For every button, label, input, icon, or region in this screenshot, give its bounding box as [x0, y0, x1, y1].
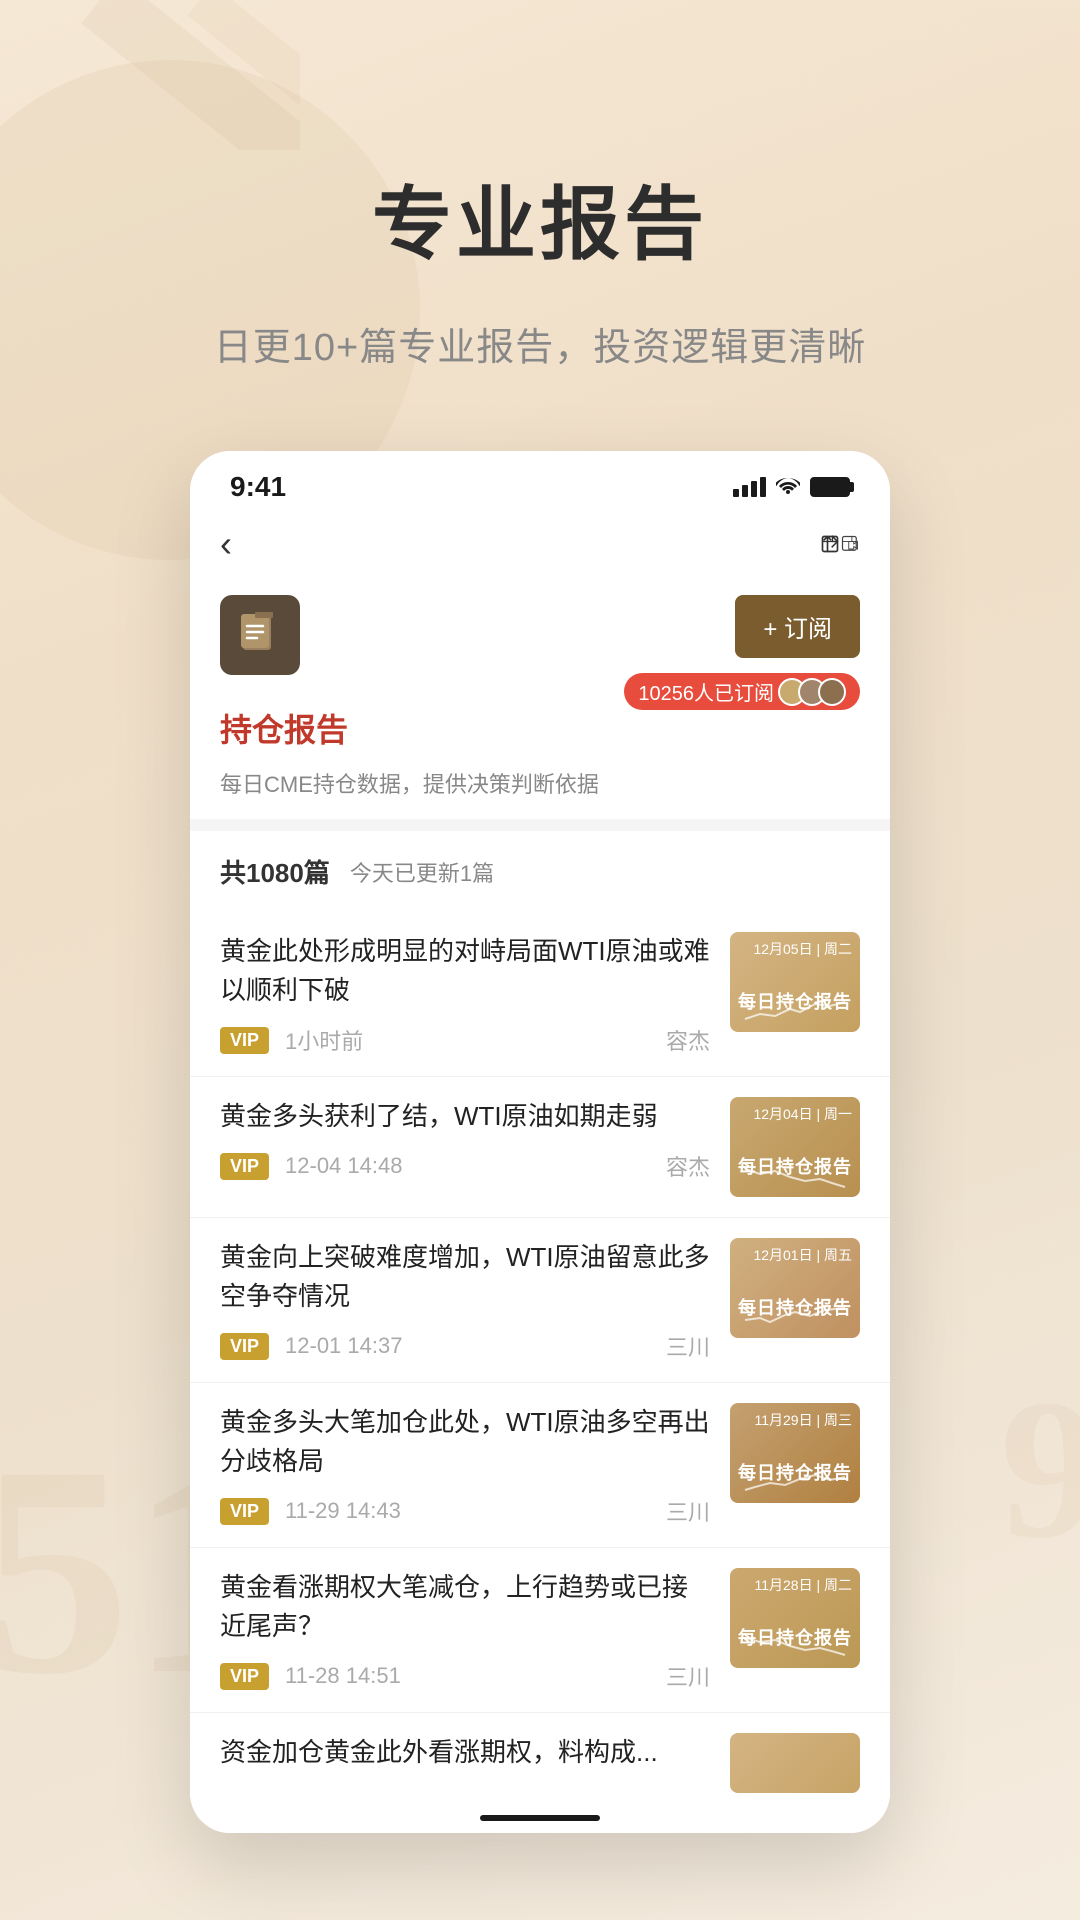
share-icon	[820, 528, 840, 560]
list-item[interactable]: 黄金此处形成明显的对峙局面WTI原油或难以顺利下破 VIP 1小时前 容杰 12…	[190, 912, 890, 1077]
total-count: 共1080篇	[220, 853, 330, 890]
article-author-5: 三川	[666, 1660, 710, 1692]
vip-badge-4: VIP	[220, 1498, 269, 1525]
list-item[interactable]: 黄金多头获利了结，WTI原油如期走弱 VIP 12-04 14:48 容杰 12…	[190, 1077, 890, 1218]
article-time-1: 1小时前	[285, 1024, 363, 1056]
wifi-icon	[776, 474, 800, 500]
chart-svg-4	[740, 1465, 850, 1495]
article-thumb-4: 11月29日 | 周三 每日持仓报告	[730, 1403, 860, 1503]
article-time-5: 11-28 14:51	[285, 1663, 401, 1689]
subscribers-badge: 10256人已订阅	[624, 673, 860, 710]
article-count-bar: 共1080篇 今天已更新1篇	[190, 831, 890, 912]
battery-icon	[810, 477, 850, 497]
channel-name: 持仓报告	[220, 705, 348, 751]
channel-logo	[220, 595, 300, 675]
article-thumb-3: 12月01日 | 周五 每日持仓报告	[730, 1238, 860, 1338]
vip-badge-2: VIP	[220, 1153, 269, 1180]
vip-badge-1: VIP	[220, 1027, 269, 1054]
article-meta-4: VIP 11-29 14:43 三川	[220, 1495, 710, 1527]
article-content-1: 黄金此处形成明显的对峙局面WTI原油或难以顺利下破 VIP 1小时前 容杰	[220, 932, 710, 1056]
article-meta-5: VIP 11-28 14:51 三川	[220, 1660, 710, 1692]
signal-icon	[733, 477, 766, 497]
signal-bar-1	[733, 489, 739, 497]
article-author-2: 容杰	[666, 1150, 710, 1182]
today-update: 今天已更新1篇	[350, 856, 494, 888]
list-item[interactable]: 资金加仓黄金此外看涨期权，料构成...	[190, 1713, 890, 1803]
article-author-1: 容杰	[666, 1024, 710, 1056]
back-button[interactable]: ‹	[220, 523, 232, 565]
article-title-3: 黄金向上突破难度增加，WTI原油留意此多空争夺情况	[220, 1238, 710, 1316]
chart-svg-3	[740, 1300, 850, 1330]
nav-bar: ‹	[190, 513, 890, 585]
thumb-date-1: 12月05日 | 周二	[753, 940, 852, 960]
page-content: 专业报告 日更10+篇专业报告，投资逻辑更清晰 9:41	[0, 0, 1080, 1833]
signal-bar-4	[760, 477, 766, 497]
article-thumb-6	[730, 1733, 860, 1793]
article-content-2: 黄金多头获利了结，WTI原油如期走弱 VIP 12-04 14:48 容杰	[220, 1097, 710, 1182]
article-author-3: 三川	[666, 1330, 710, 1362]
status-time: 9:41	[230, 471, 286, 503]
avatar-3	[818, 678, 846, 706]
vip-badge-3: VIP	[220, 1333, 269, 1360]
chart-svg-1	[740, 994, 850, 1024]
article-meta-3: VIP 12-01 14:37 三川	[220, 1330, 710, 1362]
channel-info: 持仓报告 10256人已订阅 每日CME持仓数据，提供决策判断依据	[190, 695, 890, 819]
status-bar: 9:41	[190, 451, 890, 513]
share-button[interactable]	[820, 524, 860, 564]
phone-mockup: 9:41 ‹	[190, 451, 890, 1833]
thumb-date-2: 12月04日 | 周一	[753, 1105, 852, 1125]
signal-bar-3	[751, 481, 757, 497]
article-time-2: 12-04 14:48	[285, 1153, 402, 1179]
article-list: 黄金此处形成明显的对峙局面WTI原油或难以顺利下破 VIP 1小时前 容杰 12…	[190, 912, 890, 1803]
article-content-4: 黄金多头大笔加仓此处，WTI原油多空再出分歧格局 VIP 11-29 14:43…	[220, 1403, 710, 1527]
article-title-6: 资金加仓黄金此外看涨期权，料构成...	[220, 1733, 710, 1772]
channel-description: 每日CME持仓数据，提供决策判断依据	[220, 767, 860, 799]
chart-svg-2	[740, 1159, 850, 1189]
chart-svg-5	[740, 1630, 850, 1660]
article-title-1: 黄金此处形成明显的对峙局面WTI原油或难以顺利下破	[220, 932, 710, 1010]
thumb-date-5: 11月28日 | 周二	[754, 1576, 852, 1596]
signal-bar-2	[742, 485, 748, 497]
page-subtitle: 日更10+篇专业报告，投资逻辑更清晰	[214, 316, 866, 371]
thumb-date-3: 12月01日 | 周五	[753, 1246, 852, 1266]
article-title-5: 黄金看涨期权大笔减仓，上行趋势或已接近尾声？	[220, 1568, 710, 1646]
list-item[interactable]: 黄金看涨期权大笔减仓，上行趋势或已接近尾声？ VIP 11-28 14:51 三…	[190, 1548, 890, 1713]
list-item[interactable]: 黄金多头大笔加仓此处，WTI原油多空再出分歧格局 VIP 11-29 14:43…	[190, 1383, 890, 1548]
bottom-indicator	[190, 1803, 890, 1833]
article-time-4: 11-29 14:43	[285, 1498, 401, 1524]
status-icons	[733, 474, 850, 500]
article-meta-2: VIP 12-04 14:48 容杰	[220, 1150, 710, 1182]
thumb-date-4: 11月29日 | 周三	[754, 1411, 852, 1431]
article-thumb-1: 12月05日 | 周二 每日持仓报告	[730, 932, 860, 1032]
article-time-3: 12-01 14:37	[285, 1333, 402, 1359]
list-item[interactable]: 黄金向上突破难度增加，WTI原油留意此多空争夺情况 VIP 12-01 14:3…	[190, 1218, 890, 1383]
article-thumb-2: 12月04日 | 周一 每日持仓报告	[730, 1097, 860, 1197]
divider-1	[190, 819, 890, 831]
article-content-3: 黄金向上突破难度增加，WTI原油留意此多空争夺情况 VIP 12-01 14:3…	[220, 1238, 710, 1362]
article-thumb-5: 11月28日 | 周二 每日持仓报告	[730, 1568, 860, 1668]
subscriber-avatars	[778, 678, 846, 706]
article-title-2: 黄金多头获利了结，WTI原油如期走弱	[220, 1097, 710, 1136]
article-author-4: 三川	[666, 1495, 710, 1527]
home-indicator	[480, 1815, 600, 1821]
vip-badge-5: VIP	[220, 1663, 269, 1690]
subscribers-count: 10256人已订阅	[638, 677, 774, 706]
article-meta-1: VIP 1小时前 容杰	[220, 1024, 710, 1056]
article-title-4: 黄金多头大笔加仓此处，WTI原油多空再出分歧格局	[220, 1403, 710, 1481]
article-content-5: 黄金看涨期权大笔减仓，上行趋势或已接近尾声？ VIP 11-28 14:51 三…	[220, 1568, 710, 1692]
page-title: 专业报告	[372, 160, 708, 276]
article-content-6: 资金加仓黄金此外看涨期权，料构成...	[220, 1733, 710, 1793]
subscribe-button[interactable]: + 订阅	[735, 595, 860, 658]
